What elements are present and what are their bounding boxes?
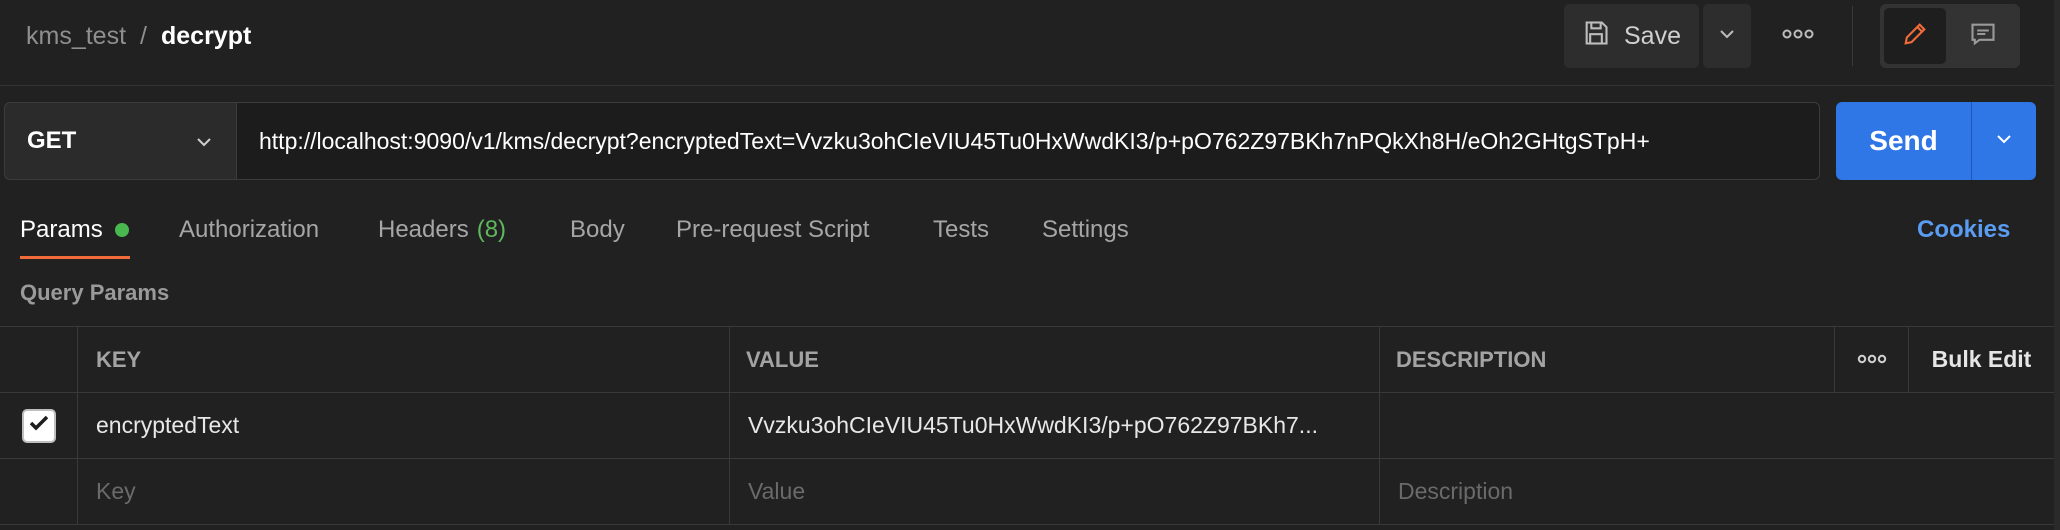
save-label: Save xyxy=(1624,21,1681,50)
request-header: kms_test / decrypt Save xyxy=(0,0,2060,86)
send-button-group: Send xyxy=(1836,102,2036,180)
column-header-key: KEY xyxy=(78,327,730,392)
breadcrumb-collection[interactable]: kms_test xyxy=(26,22,126,51)
chevron-down-icon xyxy=(1994,129,2014,154)
save-options-button[interactable] xyxy=(1703,4,1751,68)
tab-params[interactable]: Params xyxy=(20,212,129,248)
tab-label: Settings xyxy=(1042,216,1129,243)
column-options-button[interactable] xyxy=(1835,327,1909,392)
method-value: GET xyxy=(27,127,77,154)
edit-mode-button[interactable] xyxy=(1884,8,1946,64)
pencil-icon xyxy=(1901,20,1929,53)
method-select[interactable]: GET xyxy=(4,102,236,180)
bulk-edit-button[interactable]: Bulk Edit xyxy=(1909,327,2054,392)
table-row-new: Key Value Description xyxy=(0,459,2060,525)
headers-count: (8) xyxy=(476,216,507,243)
query-params-table: KEY VALUE DESCRIPTION Bulk Edit encrypte… xyxy=(0,326,2060,530)
tab-label: Headers xyxy=(378,216,469,243)
tab-settings[interactable]: Settings xyxy=(1042,212,1129,248)
cookies-link[interactable]: Cookies xyxy=(1917,212,2010,248)
checkmark-icon xyxy=(27,411,51,440)
row-enabled-checkbox[interactable] xyxy=(21,408,56,443)
tab-label: Tests xyxy=(933,216,990,243)
chevron-down-icon xyxy=(1717,24,1737,49)
more-horizontal-icon xyxy=(1782,27,1814,45)
new-description-input[interactable]: Description xyxy=(1380,459,2054,524)
breadcrumb-separator: / xyxy=(140,21,147,50)
tab-label: Authorization xyxy=(179,216,320,243)
tab-label: Params xyxy=(20,216,103,243)
checkbox-column-header xyxy=(0,327,78,392)
tab-pre-request-script[interactable]: Pre-request Script xyxy=(676,212,869,248)
chevron-down-icon xyxy=(194,131,214,159)
active-tab-indicator xyxy=(20,256,130,259)
send-button[interactable]: Send xyxy=(1836,102,1972,180)
tab-tests[interactable]: Tests xyxy=(933,212,989,248)
url-input[interactable]: http://localhost:9090/v1/kms/decrypt?enc… xyxy=(236,102,1820,180)
row-checkbox-cell xyxy=(0,393,78,458)
tab-authorization[interactable]: Authorization xyxy=(179,212,319,248)
param-key-cell[interactable]: encryptedText xyxy=(78,393,730,458)
query-params-title: Query Params xyxy=(20,280,170,305)
more-actions-button[interactable] xyxy=(1770,16,1826,56)
request-tabs: Params Authorization Headers (8) Body Pr… xyxy=(0,200,2060,262)
new-key-input[interactable]: Key xyxy=(78,459,730,524)
more-horizontal-icon xyxy=(1857,351,1887,369)
tab-body[interactable]: Body xyxy=(570,212,625,248)
table-header-row: KEY VALUE DESCRIPTION Bulk Edit xyxy=(0,327,2060,393)
comment-icon xyxy=(1969,20,1997,53)
scrollbar[interactable] xyxy=(2054,0,2060,530)
table-row: encryptedText Vvzku3ohCIeVIU45Tu0HxWwdKI… xyxy=(0,393,2060,459)
row-checkbox-cell xyxy=(0,459,78,524)
floppy-disk-icon xyxy=(1582,19,1610,54)
save-button[interactable]: Save xyxy=(1564,4,1699,68)
tab-headers[interactable]: Headers (8) xyxy=(378,212,506,248)
request-name[interactable]: decrypt xyxy=(161,22,251,51)
column-header-value: VALUE xyxy=(730,327,1380,392)
url-text: http://localhost:9090/v1/kms/decrypt?enc… xyxy=(259,127,1650,154)
comments-button[interactable] xyxy=(1952,8,2014,64)
column-header-description: DESCRIPTION xyxy=(1380,327,1835,392)
toolbar-divider xyxy=(1852,6,1853,66)
params-active-dot xyxy=(114,223,129,237)
send-options-button[interactable] xyxy=(1972,102,2036,180)
tab-label: Body xyxy=(570,216,625,243)
view-mode-toggle xyxy=(1880,4,2020,68)
breadcrumb: kms_test / decrypt xyxy=(26,20,251,52)
param-value-cell[interactable]: Vvzku3ohCIeVIU45Tu0HxWwdKI3/p+pO762Z97BK… xyxy=(730,393,1380,458)
tab-label: Pre-request Script xyxy=(676,216,870,243)
param-description-cell[interactable] xyxy=(1380,393,2054,458)
new-value-input[interactable]: Value xyxy=(730,459,1380,524)
